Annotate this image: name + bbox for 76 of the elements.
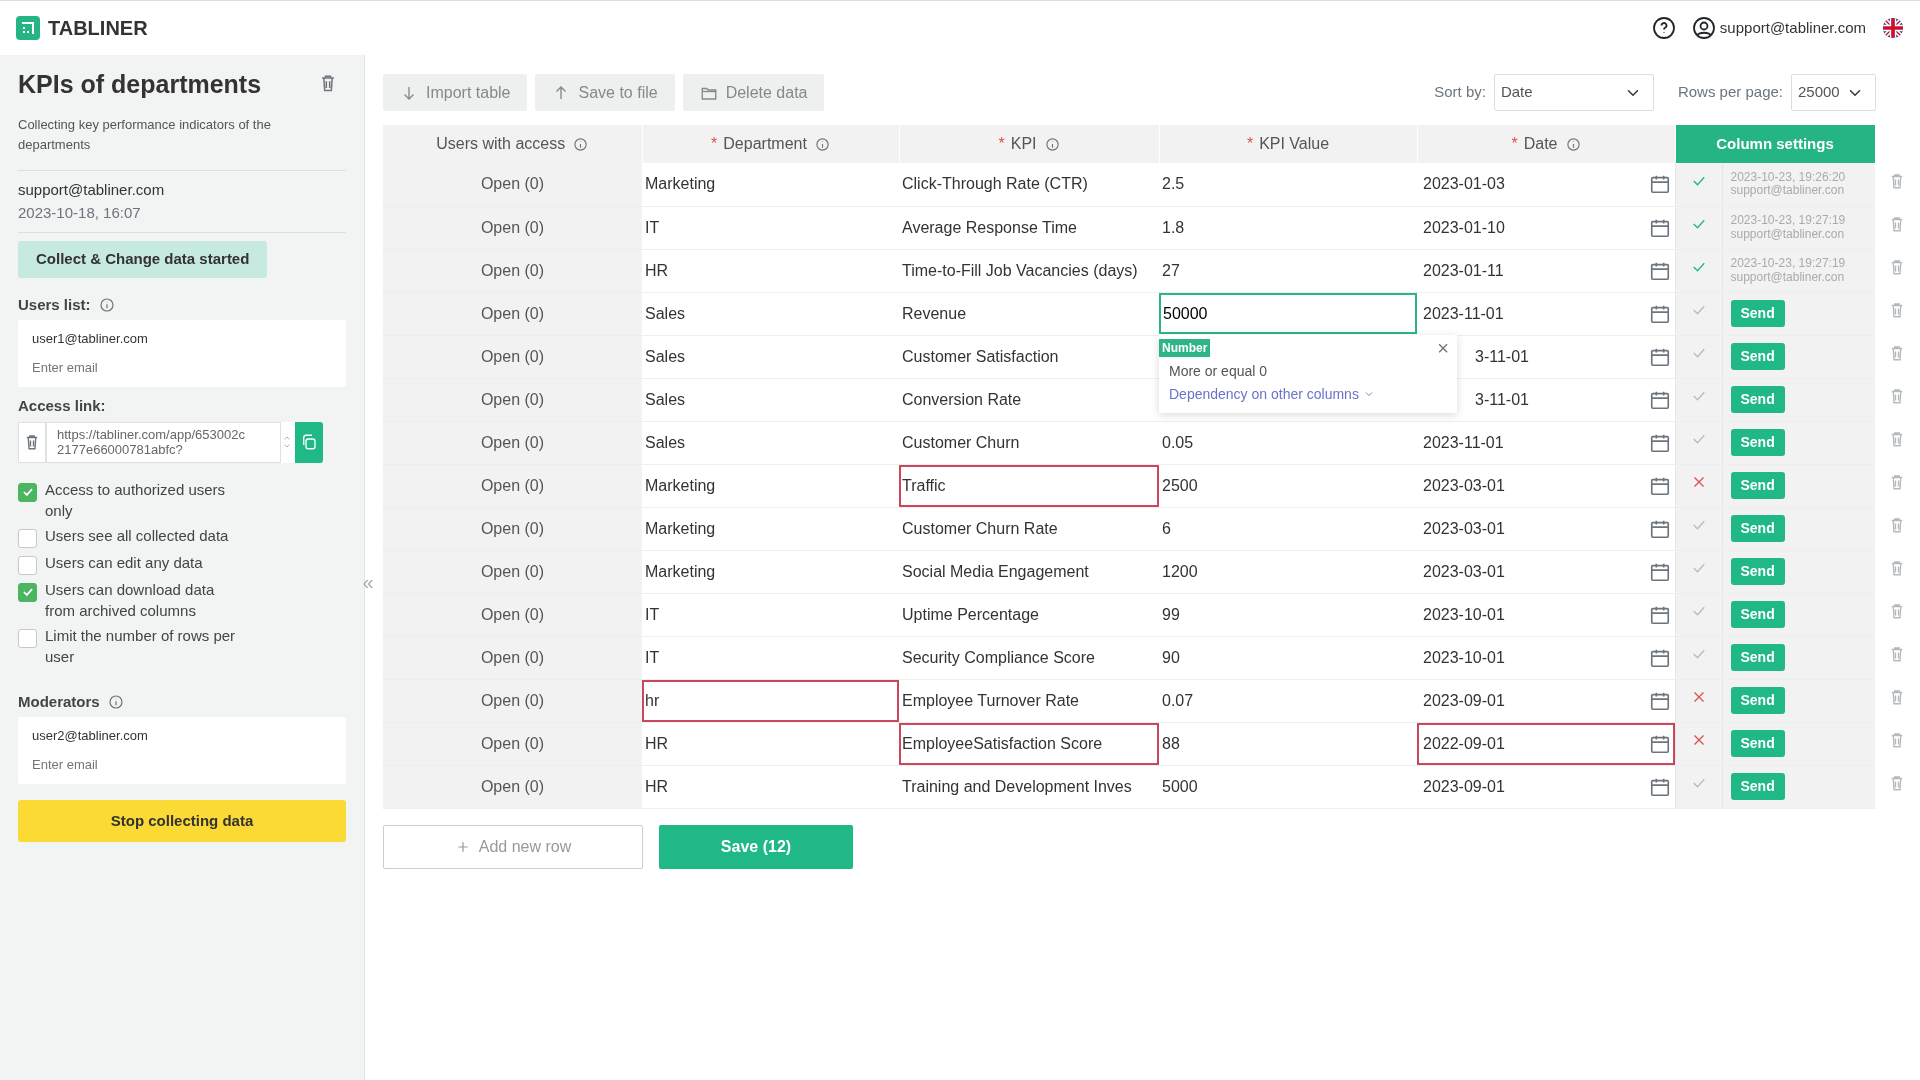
- table-cell: Time-to-Fill Job Vacancies (days): [899, 249, 1159, 292]
- table-cell: 99: [1159, 593, 1417, 636]
- table-cell: 0.07: [1159, 679, 1417, 722]
- table-cell: HR: [642, 765, 899, 808]
- table-cell: Employee Turnover Rate: [899, 679, 1159, 722]
- form-description: Collecting key performance indicators of the departments: [18, 116, 272, 154]
- table-cell: IT: [642, 206, 899, 249]
- section-label: Users list:: [18, 294, 91, 315]
- email-entry: user2@tabliner.com: [18, 717, 346, 750]
- brand-name: TABLINER: [48, 16, 148, 41]
- required-mark: *: [1511, 134, 1518, 154]
- table-cell: Uptime Percentage: [899, 593, 1159, 636]
- table-cell: Sales: [642, 421, 899, 464]
- sort-label: Sort by:: [1434, 82, 1486, 103]
- table-cell: IT: [642, 593, 899, 636]
- table-cell: IT: [642, 636, 899, 679]
- rows-label: Rows per page:: [1677, 82, 1783, 103]
- saved-time: 2023-10-23, 19:27:19: [1730, 214, 1847, 228]
- required-mark: *: [1246, 134, 1254, 154]
- table-cell: Sales: [642, 378, 899, 421]
- created-date: 2023-10-18, 16:07: [18, 202, 142, 223]
- table-cell: Marketing: [642, 464, 899, 507]
- required-mark: *: [998, 134, 1005, 154]
- option-label: Users see all collected data: [45, 525, 229, 546]
- column-title: Date: [1523, 134, 1558, 154]
- saved-by: support@tabliner.con: [1730, 270, 1846, 284]
- table-cell: Marketing: [642, 163, 899, 206]
- saved-by: support@tabliner.con: [1730, 184, 1846, 198]
- option-label: Access to authorized users only: [45, 479, 227, 521]
- table-cell: 1.8: [1159, 206, 1417, 249]
- table-cell: hr: [642, 679, 899, 722]
- rule-text: More or equal 0: [1168, 361, 1269, 381]
- table-cell: 27: [1159, 249, 1417, 292]
- form-title: KPIs of departments: [18, 69, 262, 99]
- table-cell: Click-Through Rate (CTR): [899, 163, 1159, 206]
- table-cell: Sales: [642, 335, 899, 378]
- table-cell: 6: [1159, 507, 1417, 550]
- table-cell: 88: [1159, 722, 1417, 765]
- table-cell: 2500: [1159, 464, 1417, 507]
- table-cell: 5000: [1159, 765, 1417, 808]
- table-cell: Security Compliance Score: [899, 636, 1159, 679]
- table-cell: Traffic: [899, 464, 1159, 507]
- type-tag: Number: [1159, 338, 1211, 357]
- table-cell: 2.5: [1159, 163, 1417, 206]
- option-label: Limit the number of rows per user: [45, 625, 237, 667]
- option-label: Users can download data from archived columns: [45, 579, 216, 621]
- table-cell: Training and Development Inves: [899, 765, 1159, 808]
- required-mark: *: [711, 134, 718, 154]
- table-cell: 0.05: [1159, 421, 1417, 464]
- table-cell: Conversion Rate: [899, 378, 1159, 421]
- author-email: support@tabliner.com: [18, 180, 166, 200]
- email-entry: user1@tabliner.com: [18, 320, 346, 353]
- table-cell: HR: [642, 249, 899, 292]
- column-title: KPI Value: [1259, 134, 1330, 154]
- table-cell: Marketing: [642, 550, 899, 593]
- table-cell: Marketing: [642, 507, 899, 550]
- table-cell: 90: [1159, 636, 1417, 679]
- table-cell: Customer Churn: [899, 421, 1159, 464]
- saved-time: 2023-10-23, 19:27:19: [1730, 257, 1847, 271]
- table-cell: EmployeeSatisfaction Score: [899, 722, 1159, 765]
- saved-time: 2023-10-23, 19:26:20: [1730, 171, 1847, 185]
- section-label: Moderators: [18, 691, 100, 712]
- saved-by: support@tabliner.con: [1730, 227, 1846, 241]
- table-cell: 1200: [1159, 550, 1417, 593]
- table-cell: Sales: [642, 292, 899, 335]
- section-label: Access link:: [18, 396, 107, 416]
- column-title: KPI: [1010, 134, 1037, 154]
- table-cell: Customer Satisfaction: [899, 335, 1159, 378]
- table-cell: Customer Churn Rate: [899, 507, 1159, 550]
- column-title: Department: [723, 134, 807, 154]
- table-cell: Average Response Time: [899, 206, 1159, 249]
- status-badge: Collect & Change data started: [18, 241, 268, 278]
- option-label: Users can edit any data: [45, 552, 203, 573]
- column-title: Users with access: [436, 134, 566, 154]
- table-cell: HR: [642, 722, 899, 765]
- table-cell: Social Media Engagement: [899, 550, 1159, 593]
